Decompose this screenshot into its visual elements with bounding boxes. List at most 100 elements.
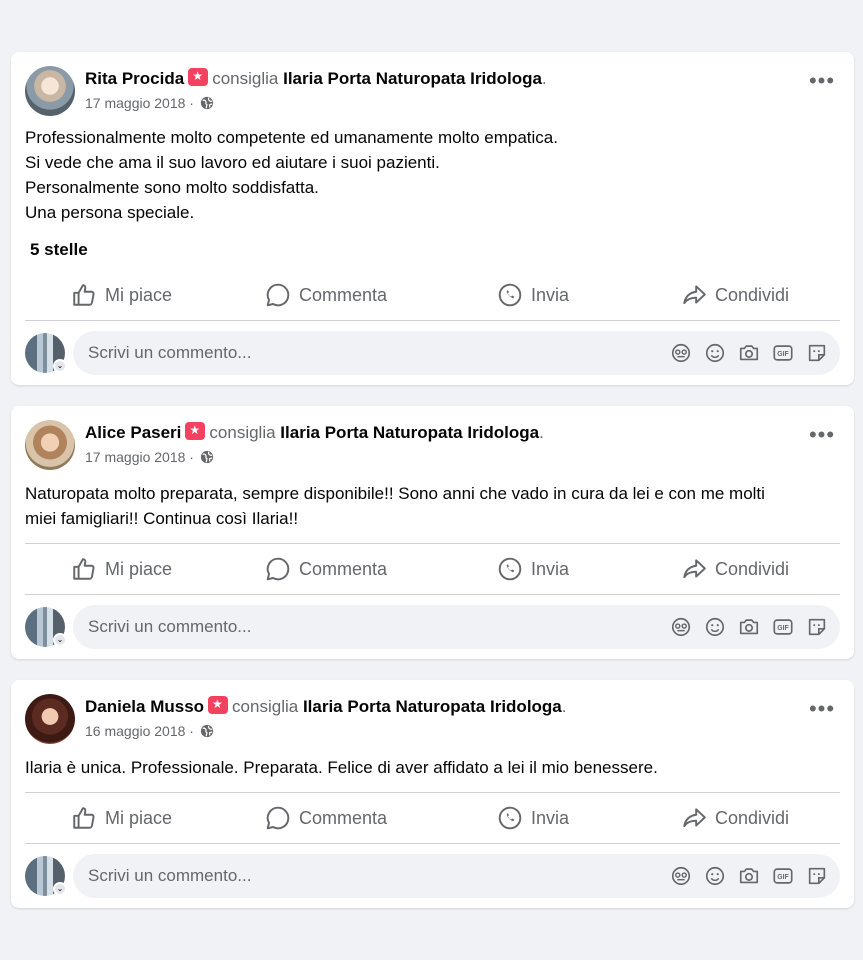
comment-composer: ⌄ Scrivi un commento... GIF	[25, 605, 840, 649]
thumbs-up-icon	[73, 558, 95, 580]
divider	[25, 843, 840, 844]
sticker-icon[interactable]	[806, 865, 828, 887]
gif-icon[interactable]: GIF	[772, 342, 794, 364]
comment-placeholder: Scrivi un commento...	[88, 617, 252, 636]
author-name[interactable]: Alice Paseri	[85, 423, 181, 442]
send-label: Invia	[531, 807, 570, 828]
author-avatar[interactable]	[25, 420, 75, 470]
gif-icon[interactable]: GIF	[772, 616, 794, 638]
divider	[25, 543, 840, 544]
share-button[interactable]: Condividi	[681, 796, 789, 840]
chevron-down-icon[interactable]: ⌄	[53, 882, 67, 896]
camera-icon[interactable]	[738, 342, 760, 364]
speech-bubble-icon	[266, 283, 290, 307]
review-text: Naturopata molto preparata, sempre dispo…	[25, 484, 765, 528]
send-label: Invia	[531, 558, 570, 579]
sticker-icon[interactable]	[806, 616, 828, 638]
messenger-icon	[498, 557, 522, 581]
comment-input[interactable]: Scrivi un commento... GIF	[73, 854, 840, 898]
camera-icon[interactable]	[738, 616, 760, 638]
sticker-icon[interactable]	[806, 342, 828, 364]
review-post-1: Rita Procida consiglia Ilaria Porta Natur…	[11, 52, 854, 385]
comment-composer: ⌄ Scrivi un commento... GIF	[25, 331, 840, 375]
camera-icon[interactable]	[738, 865, 760, 887]
author-name[interactable]: Daniela Musso	[85, 697, 204, 716]
page-name-link[interactable]: Ilaria Porta Naturopata Iridologa	[283, 69, 542, 88]
thumbs-up-icon	[73, 807, 95, 829]
post-title-line: Alice Paseri consiglia Ilaria Porta Natur…	[85, 422, 544, 443]
share-arrow-icon	[683, 559, 706, 579]
share-button[interactable]: Condividi	[681, 547, 789, 591]
comment-button[interactable]: Commenta	[265, 273, 387, 317]
action-bar: Mi piace Commenta Invia Condividi	[25, 547, 840, 591]
like-button[interactable]: Mi piace	[71, 547, 172, 591]
gif-icon[interactable]: GIF	[772, 865, 794, 887]
action-bar: Mi piace Commenta Invia Condividi	[25, 796, 840, 840]
share-arrow-icon	[683, 285, 706, 305]
divider	[25, 320, 840, 321]
post-header: Daniela Musso consiglia Ilaria Porta Natu…	[25, 694, 825, 746]
globe-icon	[200, 96, 213, 110]
comment-placeholder: Scrivi un commento...	[88, 866, 252, 885]
emoji-icon[interactable]	[704, 865, 726, 887]
recommend-verb: consiglia	[232, 697, 299, 716]
more-options-icon[interactable]: •••	[804, 70, 840, 98]
comment-button[interactable]: Commenta	[265, 796, 387, 840]
composer-icons: GIF	[670, 616, 828, 638]
author-name[interactable]: Rita Procida	[85, 69, 184, 88]
svg-text:GIF: GIF	[777, 874, 788, 881]
post-header: Alice Paseri consiglia Ilaria Porta Natur…	[25, 420, 825, 472]
author-avatar[interactable]	[25, 694, 75, 744]
comment-button[interactable]: Commenta	[265, 547, 387, 591]
more-options-icon[interactable]: •••	[804, 424, 840, 452]
avatar-sticker-icon[interactable]	[670, 865, 692, 887]
share-arrow-icon	[683, 808, 706, 828]
rating-text: 5 stelle	[30, 240, 88, 259]
comment-input[interactable]: Scrivi un commento... GIF	[73, 331, 840, 375]
post-title-line: Daniela Musso consiglia Ilaria Porta Natu…	[85, 696, 567, 717]
post-header: Rita Procida consiglia Ilaria Porta Natur…	[25, 66, 825, 118]
send-button[interactable]: Invia	[497, 273, 569, 317]
comment-label: Commenta	[299, 807, 388, 828]
recommend-star-icon	[188, 68, 209, 86]
share-label: Condividi	[715, 284, 790, 305]
recommend-star-icon	[185, 422, 206, 440]
messenger-icon	[498, 283, 522, 307]
post-date[interactable]: 17 maggio 2018	[85, 449, 185, 465]
svg-text:GIF: GIF	[777, 625, 788, 632]
comment-label: Commenta	[299, 558, 388, 579]
more-options-icon[interactable]: •••	[804, 698, 840, 726]
comment-input[interactable]: Scrivi un commento... GIF	[73, 605, 840, 649]
comment-composer: ⌄ Scrivi un commento... GIF	[25, 854, 840, 898]
review-text: Professionalmente molto competente ed um…	[25, 128, 558, 222]
review-text: Ilaria è unica. Professionale. Preparata…	[25, 758, 658, 777]
svg-text:GIF: GIF	[777, 351, 788, 358]
share-button[interactable]: Condividi	[681, 273, 789, 317]
like-label: Mi piace	[105, 807, 173, 828]
speech-bubble-icon	[266, 806, 290, 830]
avatar-sticker-icon[interactable]	[670, 616, 692, 638]
share-label: Condividi	[715, 558, 790, 579]
avatar-sticker-icon[interactable]	[670, 342, 692, 364]
page-name-link[interactable]: Ilaria Porta Naturopata Iridologa	[303, 697, 562, 716]
page-name-link[interactable]: Ilaria Porta Naturopata Iridologa	[280, 423, 539, 442]
post-meta: 17 maggio 2018 ·	[85, 95, 214, 111]
comment-placeholder: Scrivi un commento...	[88, 343, 252, 362]
emoji-icon[interactable]	[704, 616, 726, 638]
emoji-icon[interactable]	[704, 342, 726, 364]
comment-label: Commenta	[299, 284, 388, 305]
chevron-down-icon[interactable]: ⌄	[53, 633, 67, 647]
chevron-down-icon[interactable]: ⌄	[53, 359, 67, 373]
post-title-line: Rita Procida consiglia Ilaria Porta Natur…	[85, 68, 547, 89]
globe-icon	[200, 450, 213, 464]
post-meta: 16 maggio 2018 ·	[85, 723, 214, 739]
send-button[interactable]: Invia	[497, 547, 569, 591]
like-button[interactable]: Mi piace	[71, 796, 172, 840]
messenger-icon	[498, 806, 522, 830]
post-date[interactable]: 17 maggio 2018	[85, 95, 185, 111]
send-button[interactable]: Invia	[497, 796, 569, 840]
like-button[interactable]: Mi piace	[71, 273, 172, 317]
post-date[interactable]: 16 maggio 2018	[85, 723, 185, 739]
author-avatar[interactable]	[25, 66, 75, 116]
composer-icons: GIF	[670, 342, 828, 364]
